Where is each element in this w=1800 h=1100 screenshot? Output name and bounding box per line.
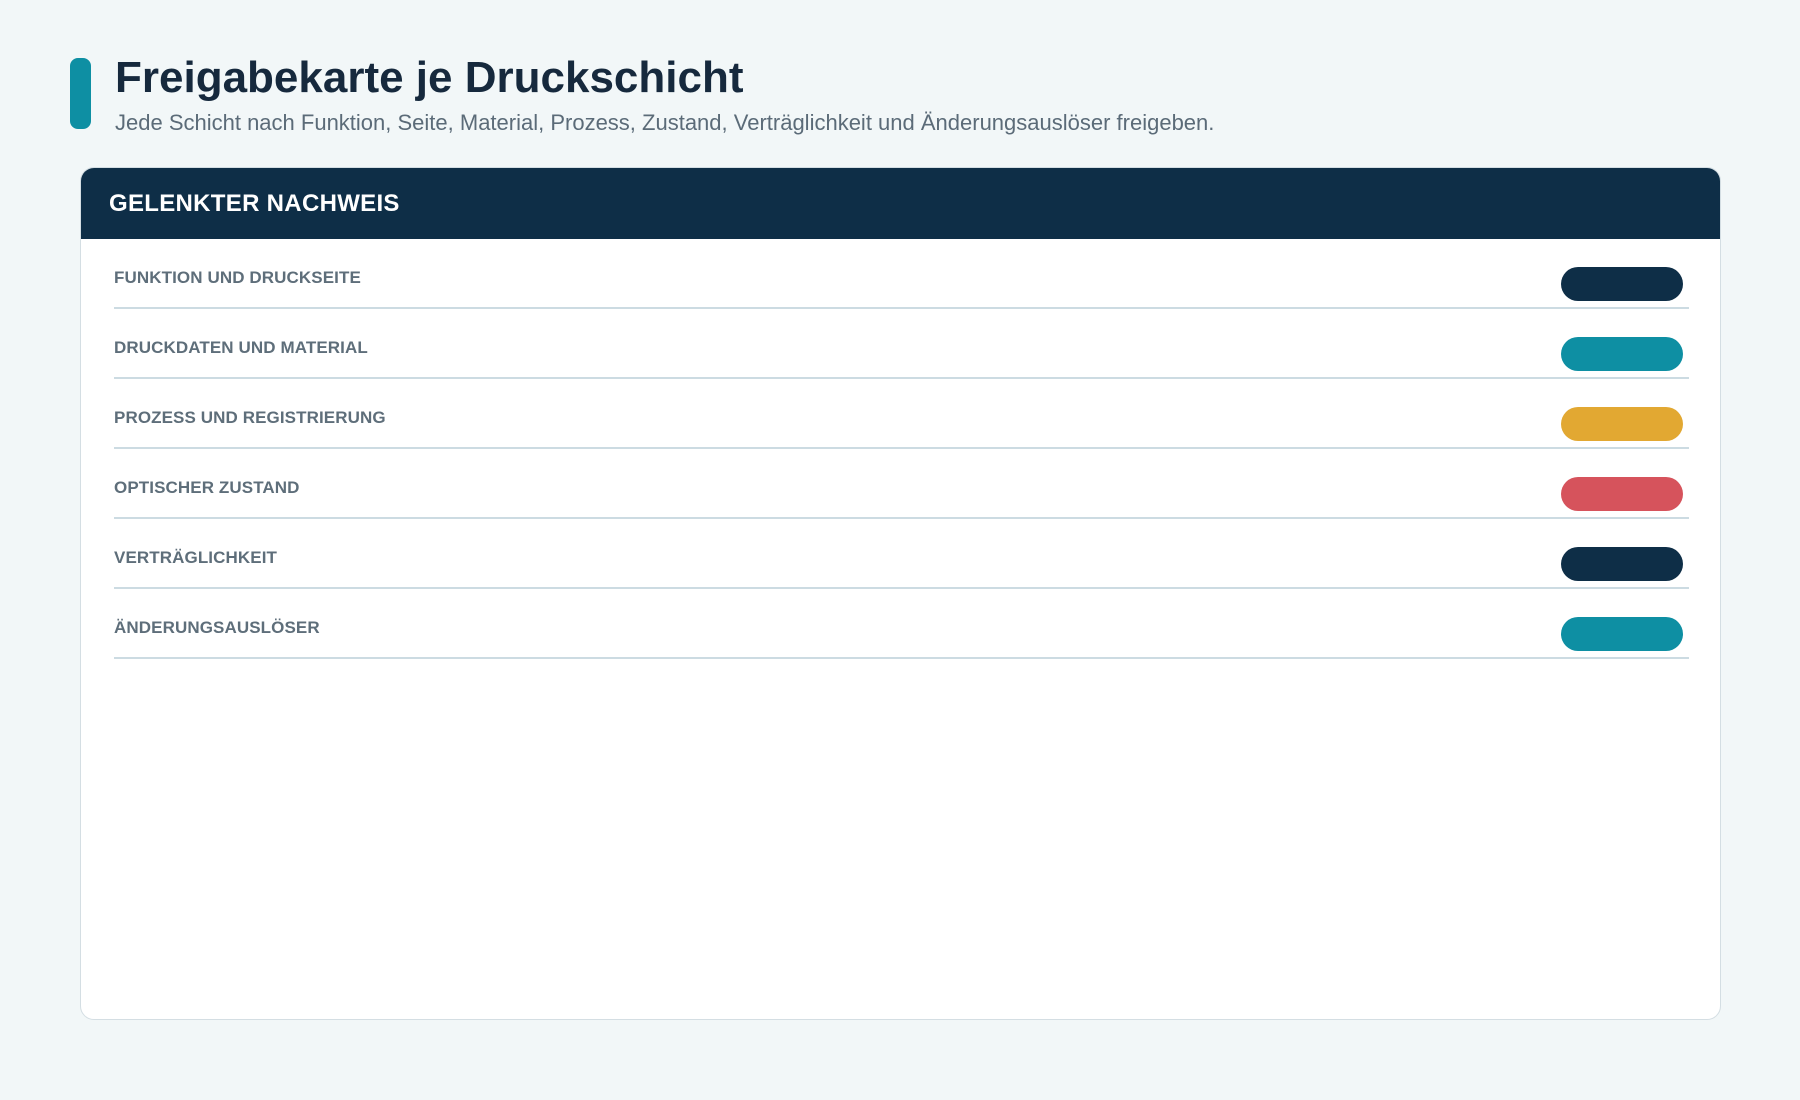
row-label: FUNKTION UND DRUCKSEITE (114, 268, 361, 287)
status-pill (1561, 337, 1683, 371)
evidence-card: GELENKTER NACHWEIS FUNKTION UND DRUCKSEI… (80, 167, 1721, 1020)
status-pill (1561, 477, 1683, 511)
row-label: ÄNDERUNGSAUSLÖSER (114, 618, 320, 637)
title-accent-bar (70, 58, 91, 129)
page-header: Freigabekarte je Druckschicht Jede Schic… (70, 56, 1710, 136)
status-pill (1561, 407, 1683, 441)
card-title: GELENKTER NACHWEIS (109, 190, 400, 217)
row-label: DRUCKDATEN UND MATERIAL (114, 338, 368, 357)
list-item: DRUCKDATEN UND MATERIAL (114, 309, 1689, 379)
list-item: PROZESS UND REGISTRIERUNG (114, 379, 1689, 449)
list-item: FUNKTION UND DRUCKSEITE (114, 239, 1689, 309)
status-pill (1561, 617, 1683, 651)
page: Freigabekarte je Druckschicht Jede Schic… (0, 0, 1800, 1100)
status-pill (1561, 547, 1683, 581)
card-header: GELENKTER NACHWEIS (81, 168, 1720, 239)
list-item: ÄNDERUNGSAUSLÖSER (114, 589, 1689, 659)
page-title: Freigabekarte je Druckschicht (115, 53, 744, 102)
list-item: OPTISCHER ZUSTAND (114, 449, 1689, 519)
page-subtitle: Jede Schicht nach Funktion, Seite, Mater… (115, 110, 1215, 135)
list-item: VERTRÄGLICHKEIT (114, 519, 1689, 589)
row-label: VERTRÄGLICHKEIT (114, 548, 277, 567)
row-label: OPTISCHER ZUSTAND (114, 478, 300, 497)
status-list: FUNKTION UND DRUCKSEITE DRUCKDATEN UND M… (114, 239, 1689, 659)
row-label: PROZESS UND REGISTRIERUNG (114, 408, 386, 427)
status-pill (1561, 267, 1683, 301)
